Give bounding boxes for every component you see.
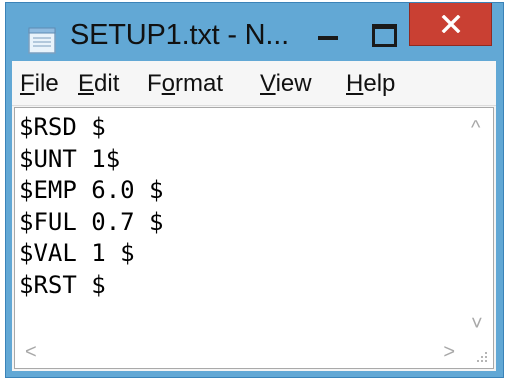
scroll-down-arrow-icon[interactable]: ˅ xyxy=(471,314,483,334)
minimize-icon xyxy=(318,36,338,40)
vertical-scrollbar[interactable]: ^ ˅ xyxy=(463,108,493,338)
menu-edit-label: dit xyxy=(94,70,120,97)
close-button[interactable] xyxy=(409,3,492,46)
menu-help[interactable]: Help xyxy=(346,70,395,98)
text-line: $RSD $ xyxy=(19,113,106,141)
maximize-icon xyxy=(372,24,397,47)
resize-grip[interactable] xyxy=(463,338,493,368)
menu-format-label: rmat xyxy=(175,70,224,97)
menu-file-accelerator: F xyxy=(20,70,35,97)
menu-format-accelerator: o xyxy=(161,70,176,97)
maximize-button[interactable] xyxy=(356,3,408,51)
horizontal-scrollbar[interactable]: < > xyxy=(15,338,463,368)
close-icon xyxy=(441,15,461,33)
notepad-window: SETUP1.txt - N... File Edit Format View … xyxy=(5,2,504,378)
text-line: $VAL 1 $ xyxy=(19,239,135,267)
text-line: $RST $ xyxy=(19,270,106,299)
notepad-icon[interactable] xyxy=(28,27,58,54)
menu-format[interactable]: Format xyxy=(147,70,223,98)
menu-bar: File Edit Format View Help xyxy=(12,61,496,106)
client-area: File Edit Format View Help $RSD $ $UNT 1$… xyxy=(12,61,496,371)
scroll-right-arrow-icon[interactable]: > xyxy=(443,342,455,362)
menu-edit[interactable]: Edit xyxy=(78,70,119,98)
scroll-left-arrow-icon[interactable]: < xyxy=(25,342,37,362)
menu-edit-accelerator: E xyxy=(78,70,95,97)
menu-help-accelerator: H xyxy=(346,70,364,97)
text-editor[interactable]: $RSD $ $UNT 1$ $EMP 6.0 $ $FUL 0.7 $ $VAL 1 … xyxy=(14,107,494,369)
text-line: $EMP 6.0 $ xyxy=(19,176,164,204)
minimize-button[interactable] xyxy=(304,3,352,51)
window-title: SETUP1.txt - N... xyxy=(70,19,289,51)
menu-view-label: iew xyxy=(275,70,312,97)
resize-grip-icon xyxy=(477,352,487,362)
menu-view[interactable]: View xyxy=(260,70,312,98)
menu-view-accelerator: V xyxy=(260,70,276,97)
menu-format-prefix: F xyxy=(147,70,162,97)
text-line: $FUL 0.7 $ xyxy=(19,207,164,236)
text-line: $UNT 1$ xyxy=(19,144,121,173)
title-bar[interactable]: SETUP1.txt - N... xyxy=(6,3,503,61)
menu-help-label: elp xyxy=(363,70,396,97)
scroll-up-arrow-icon[interactable]: ^ xyxy=(471,118,480,138)
editor-text[interactable]: $RSD $ $UNT 1$ $EMP 6.0 $ $FUL 0.7 $ $VAL 1 … xyxy=(19,112,461,336)
menu-file-label: ile xyxy=(34,70,59,97)
menu-file[interactable]: File xyxy=(20,70,59,98)
